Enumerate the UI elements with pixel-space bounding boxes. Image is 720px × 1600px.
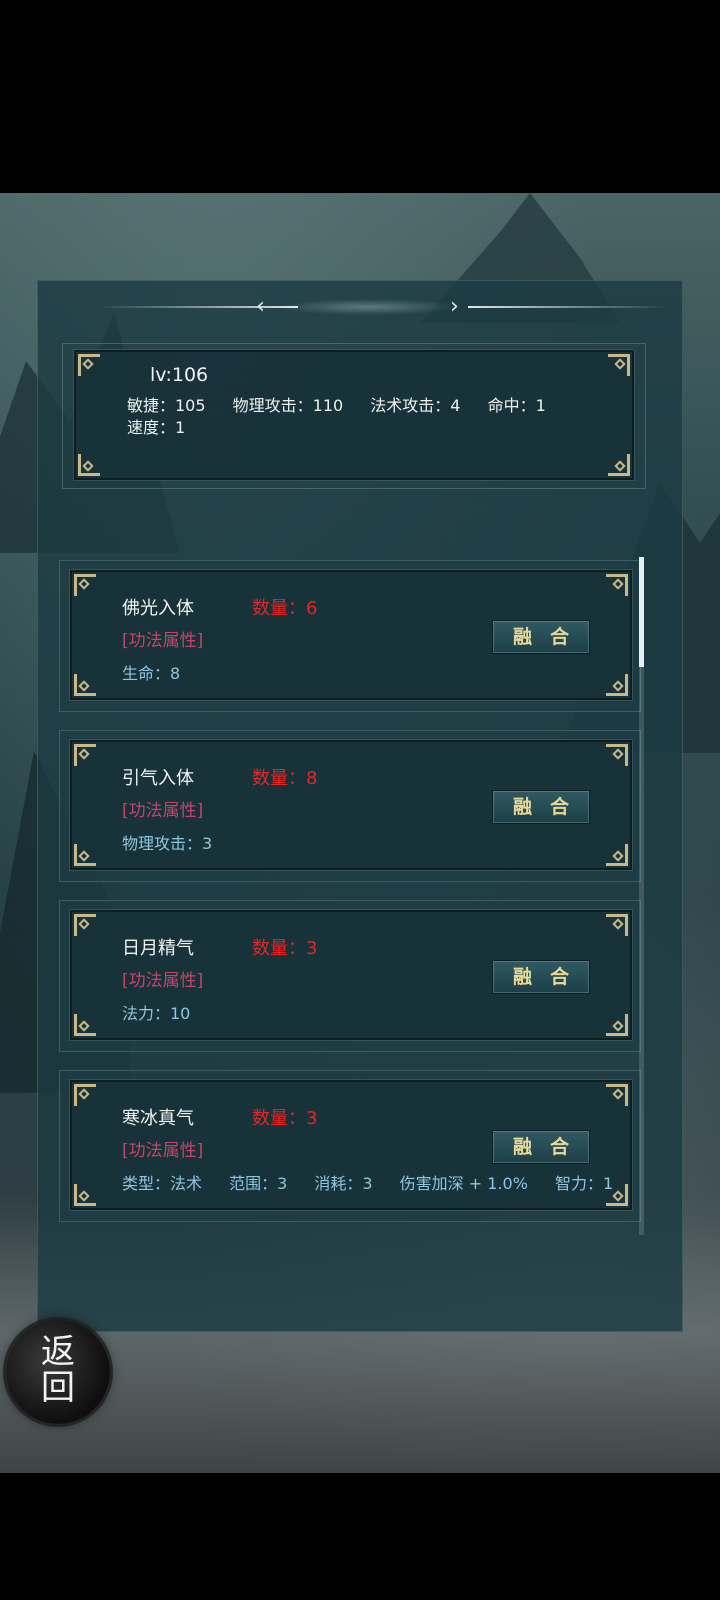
ornament-corner-icon	[74, 744, 98, 768]
skill-effects: 法力：10	[122, 1000, 212, 1024]
skill-effect: 生命：8	[122, 664, 181, 683]
skill-effect-type: 类型：法术	[122, 1174, 203, 1193]
quantity-label: 数量：	[252, 598, 306, 619]
ornament-corner-icon	[604, 914, 628, 938]
skill-card: 引气入体 数量：8 [功法属性] 物理攻击：3 融合	[70, 740, 632, 870]
ornament-corner-icon	[74, 1182, 98, 1206]
quantity-label: 数量：	[252, 1108, 306, 1129]
quantity-label: 数量：	[252, 768, 306, 789]
skill-card: 日月精气 数量：3 [功法属性] 法力：10 融合	[70, 910, 632, 1040]
skill-effect-damage: 伤害加深 + 1.0%	[399, 1174, 528, 1193]
skill-quantity: 数量：3	[252, 1104, 317, 1130]
ornament-corner-icon	[604, 744, 628, 768]
quantity-value: 8	[306, 768, 318, 789]
ornament-corner-icon	[74, 914, 98, 938]
skill-attribute-tag: [功法属性]	[122, 631, 204, 651]
title-divider-right	[468, 306, 668, 308]
quantity-value: 3	[306, 938, 318, 959]
skill-effect-range: 范围：3	[229, 1174, 288, 1193]
stat-physical-attack: 物理攻击：110	[232, 396, 344, 415]
quantity-value: 3	[306, 1108, 318, 1129]
ornament-corner-icon	[74, 1084, 98, 1108]
skill-effect-cost: 消耗：3	[314, 1174, 373, 1193]
skill-card: 佛光入体 数量：6 [功法属性] 生命：8 融合	[70, 570, 632, 700]
ornament-corner-icon	[604, 574, 628, 598]
skill-effect: 法力：10	[122, 1004, 191, 1023]
stat-magic-attack: 法术攻击：4	[370, 396, 461, 415]
skill-name: 寒冰真气	[122, 1108, 194, 1129]
skill-list[interactable]: 佛光入体 数量：6 [功法属性] 生命：8 融合 引气入体 数量：8 [功法属性…	[59, 560, 643, 1240]
list-item: 引气入体 数量：8 [功法属性] 物理攻击：3 融合	[59, 730, 641, 882]
title-glow	[278, 299, 458, 315]
stat-accuracy: 命中：1	[487, 396, 546, 415]
skill-name: 日月精气	[122, 938, 194, 959]
skill-effects: 物理攻击：3	[122, 830, 234, 854]
stat-speed: 速度：1	[127, 418, 186, 437]
skill-card: 寒冰真气 数量：3 [功法属性] 类型：法术 范围：3 消耗：3 伤害加深 + …	[70, 1080, 632, 1210]
ornament-corner-icon	[74, 1012, 98, 1036]
ornament-corner-icon	[74, 842, 98, 866]
skill-quantity: 数量：3	[252, 934, 317, 960]
title-divider-left	[98, 306, 298, 308]
ornament-corner-icon	[78, 354, 102, 378]
stat-agility: 敏捷：105	[127, 396, 206, 415]
skill-effect: 物理攻击：3	[122, 834, 213, 853]
scrollbar[interactable]	[639, 557, 644, 1235]
next-arrow-icon[interactable]: ›	[450, 296, 459, 318]
skill-effects: 生命：8	[122, 660, 202, 684]
quantity-value: 6	[306, 598, 318, 619]
list-item: 寒冰真气 数量：3 [功法属性] 类型：法术 范围：3 消耗：3 伤害加深 + …	[59, 1070, 641, 1222]
ornament-corner-icon	[78, 452, 102, 476]
ornament-corner-icon	[74, 672, 98, 696]
ornament-corner-icon	[606, 354, 630, 378]
skill-effects: 类型：法术 范围：3 消耗：3 伤害加深 + 1.0% 智力：1	[122, 1170, 635, 1194]
skill-quantity: 数量：6	[252, 594, 317, 620]
list-item: 日月精气 数量：3 [功法属性] 法力：10 融合	[59, 900, 641, 1052]
ornament-corner-icon	[606, 452, 630, 476]
back-label-line2: 回	[41, 1368, 75, 1408]
skill-attribute-tag: [功法属性]	[122, 801, 204, 821]
skill-attribute-tag: [功法属性]	[122, 1141, 204, 1161]
ornament-corner-icon	[604, 842, 628, 866]
back-label-line1: 返	[41, 1332, 75, 1372]
ornament-corner-icon	[604, 672, 628, 696]
skill-name: 引气入体	[122, 768, 194, 789]
skill-quantity: 数量：8	[252, 764, 317, 790]
ornament-corner-icon	[604, 1012, 628, 1036]
skill-attribute-tag: [功法属性]	[122, 971, 204, 991]
fuse-button[interactable]: 融合	[492, 790, 590, 824]
skill-name: 佛光入体	[122, 598, 194, 619]
list-item: 佛光入体 数量：6 [功法属性] 生命：8 融合	[59, 560, 641, 712]
back-button[interactable]: 返 回	[6, 1320, 110, 1424]
player-level: lv:106	[150, 364, 209, 386]
player-stats-card: lv:106 敏捷：105 物理攻击：110 法术攻击：4 命中：1 速度：1	[74, 350, 634, 480]
title-bar: ‹ ›	[38, 281, 682, 333]
stats-row-2: 速度：1	[127, 414, 207, 438]
fuse-button[interactable]: 融合	[492, 1130, 590, 1164]
ornament-corner-icon	[74, 574, 98, 598]
prev-arrow-icon[interactable]: ‹	[256, 296, 265, 318]
fuse-button[interactable]: 融合	[492, 960, 590, 994]
skill-effect-intellect: 智力：1	[555, 1174, 614, 1193]
ornament-corner-icon	[604, 1084, 628, 1108]
scrollbar-thumb[interactable]	[639, 557, 644, 667]
quantity-label: 数量：	[252, 938, 306, 959]
fuse-button[interactable]: 融合	[492, 620, 590, 654]
stats-row-1: 敏捷：105 物理攻击：110 法术攻击：4 命中：1	[127, 392, 568, 416]
